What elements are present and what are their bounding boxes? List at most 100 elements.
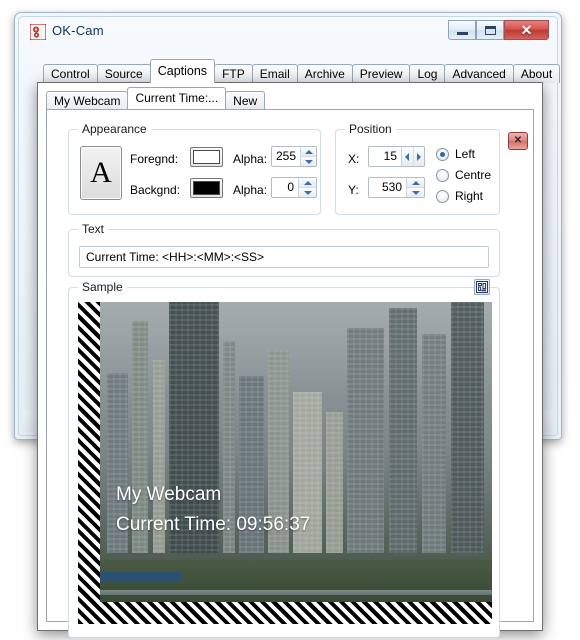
radio-left-indicator <box>436 147 449 161</box>
tab-source[interactable]: Source <box>96 64 151 83</box>
position-y-spinner[interactable] <box>406 178 424 197</box>
minimize-button[interactable] <box>448 20 476 40</box>
align-right-radio[interactable]: Right <box>436 189 483 203</box>
caption-tab-strip: My Webcam Current Time:... New <box>46 87 534 109</box>
chevron-down-icon <box>303 190 312 195</box>
position-y-field[interactable]: 530 <box>368 177 425 198</box>
app-icon <box>29 23 47 41</box>
close-icon: ✕ <box>520 22 533 38</box>
overlay-caption-webcam: My Webcam <box>116 484 222 505</box>
sample-config-icon[interactable] <box>474 279 490 295</box>
tab-control[interactable]: Control <box>43 64 98 83</box>
align-left-label: Left <box>455 147 476 161</box>
maximize-icon <box>484 25 496 35</box>
foreground-color-swatch <box>193 150 220 164</box>
building <box>347 327 385 554</box>
building <box>421 334 447 554</box>
align-centre-radio[interactable]: Centre <box>436 168 491 182</box>
sample-preview-image[interactable]: My Webcam Current Time: 09:56:37 <box>78 302 492 624</box>
cityscape-background <box>78 302 492 624</box>
foreground-alpha-label: Alpha: <box>233 152 268 166</box>
sample-group: Sample My Webcam Current Time: 09:56:37 <box>68 279 500 638</box>
chevron-right-icon <box>416 152 421 161</box>
title-bar[interactable]: OK-Cam ✕ <box>19 17 557 47</box>
align-left-radio[interactable]: Left <box>436 147 475 161</box>
sample-group-title: Sample <box>78 280 127 294</box>
background-alpha-field[interactable]: 0 <box>271 177 317 198</box>
position-x-field[interactable]: 15 <box>368 146 425 167</box>
tab-preview[interactable]: Preview <box>351 64 411 83</box>
tab-email[interactable]: Email <box>251 64 298 83</box>
align-right-label: Right <box>455 189 484 203</box>
appearance-group-title: Appearance <box>78 122 151 136</box>
chevron-left-icon <box>405 152 410 161</box>
caption-tab-current-time[interactable]: Current Time:... <box>127 87 227 109</box>
position-x-left[interactable] <box>402 147 414 166</box>
caption-tab-new[interactable]: New <box>225 91 266 109</box>
position-y-down[interactable] <box>407 188 424 197</box>
tab-archive[interactable]: Archive <box>296 64 353 83</box>
align-centre-label: Centre <box>455 168 492 182</box>
position-y-label: Y: <box>348 183 359 197</box>
background-alpha-spinner[interactable] <box>298 178 316 197</box>
window-controls: ✕ <box>448 20 549 41</box>
chevron-up-icon <box>303 180 312 185</box>
foreground-alpha-field[interactable]: 255 <box>271 146 317 167</box>
caption-editor-dialog: My Webcam Current Time:... New Appearanc… <box>37 82 543 638</box>
background-color-swatch <box>193 181 220 195</box>
position-x-value: 15 <box>383 149 397 163</box>
position-group-title: Position <box>345 122 396 136</box>
caption-tab-my-webcam[interactable]: My Webcam <box>46 91 129 109</box>
window-title: OK-Cam <box>52 23 104 38</box>
text-group-title: Text <box>78 222 109 236</box>
radio-centre-indicator <box>436 168 449 182</box>
caption-text-input[interactable]: Current Time: <HH>:<MM>:<SS> <box>79 246 489 268</box>
tab-captions[interactable]: Captions <box>149 59 216 83</box>
foreground-color-button[interactable] <box>190 147 223 167</box>
background-color-button[interactable] <box>190 178 223 198</box>
foreground-alpha-down[interactable] <box>301 157 316 166</box>
tab-log[interactable]: Log <box>409 64 446 83</box>
delete-caption-button[interactable]: ✕ <box>508 132 528 150</box>
chevron-up-icon <box>411 180 420 185</box>
tab-about[interactable]: About <box>512 64 561 83</box>
background-alpha-label: Alpha: <box>233 183 268 197</box>
position-x-right[interactable] <box>413 147 424 166</box>
foreground-label: Foregnd: <box>130 152 179 166</box>
position-x-spinner[interactable] <box>401 147 424 166</box>
font-preview-glyph: A <box>90 156 112 189</box>
background-alpha-up[interactable] <box>299 178 316 188</box>
caption-tab-page: Appearance A Foregnd: Alpha: 255 Backgnd… <box>46 109 534 638</box>
road <box>78 590 492 596</box>
building <box>450 302 484 554</box>
position-group: Position X: 15 Y: 530 Left Centre Right <box>335 122 500 215</box>
blue-roof <box>90 572 182 583</box>
foreground-alpha-value: 255 <box>276 149 297 163</box>
maximize-button[interactable] <box>476 20 504 40</box>
background-alpha-down[interactable] <box>299 188 316 197</box>
position-y-value: 530 <box>381 180 402 194</box>
overlay-caption-time: Current Time: 09:56:37 <box>116 514 311 535</box>
text-group: Text Current Time: <HH>:<MM>:<SS> <box>68 222 500 277</box>
chevron-down-icon <box>304 159 313 164</box>
letterbox-hatch-bottom <box>78 602 492 624</box>
building <box>388 308 418 554</box>
building <box>326 411 343 554</box>
radio-right-indicator <box>436 189 449 203</box>
position-x-label: X: <box>348 152 360 166</box>
tab-ftp[interactable]: FTP <box>214 64 253 83</box>
main-tab-strip: Control Source Captions FTP Email Archiv… <box>43 59 561 83</box>
chevron-up-icon <box>304 149 313 154</box>
minimize-icon <box>456 32 468 35</box>
chevron-down-icon <box>411 190 420 195</box>
appearance-group: Appearance A Foregnd: Alpha: 255 Backgnd… <box>68 122 321 215</box>
position-y-up[interactable] <box>407 178 424 188</box>
font-preview-button[interactable]: A <box>80 146 122 200</box>
background-alpha-value: 0 <box>287 180 294 194</box>
background-label: Backgnd: <box>130 183 181 197</box>
tab-advanced[interactable]: Advanced <box>444 64 514 83</box>
close-icon: ✕ <box>513 135 523 146</box>
foreground-alpha-spinner[interactable] <box>300 147 316 166</box>
close-button[interactable]: ✕ <box>504 20 549 40</box>
foreground-alpha-up[interactable] <box>301 147 316 157</box>
